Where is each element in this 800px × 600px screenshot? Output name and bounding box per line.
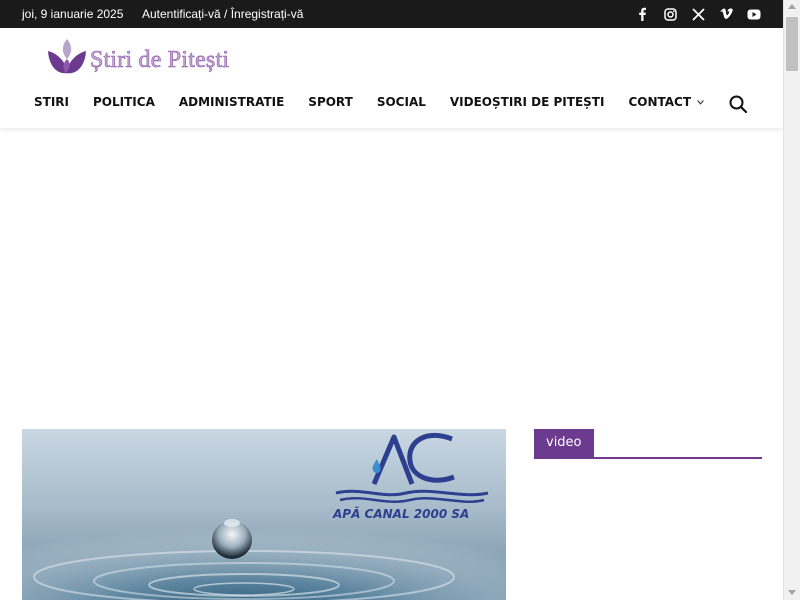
- nav-label: STIRI: [34, 95, 69, 109]
- scroll-down-icon[interactable]: [788, 590, 796, 595]
- nav-label: SPORT: [308, 95, 353, 109]
- nav-label: ADMINISTRATIE: [178, 95, 285, 109]
- top-bar: joi, 9 ianuarie 2025 Autentificați-vă / …: [0, 0, 800, 28]
- nav-item-administratie[interactable]: ADMINISTRATIE: [167, 95, 296, 109]
- nav-item-social[interactable]: SOCIAL: [365, 95, 438, 109]
- social-links: [628, 5, 768, 23]
- video-widget: video: [534, 429, 762, 459]
- nav-label: POLITICA: [93, 95, 155, 109]
- nav-item-videostiri[interactable]: VIDEOȘTIRI DE PITEȘTI: [438, 95, 617, 109]
- nav-label: SOCIAL: [376, 95, 426, 109]
- instagram-icon[interactable]: [656, 5, 684, 23]
- scroll-up-icon[interactable]: [788, 4, 796, 9]
- site-name: Știri de Pitești: [90, 46, 230, 73]
- nav-label: CONTACT: [628, 95, 692, 109]
- site-logo[interactable]: Știri de Pitești: [46, 37, 229, 83]
- widget-title: video: [534, 429, 594, 457]
- featured-article-image[interactable]: APĂ CANAL 2000 SA: [22, 429, 506, 600]
- nav-item-stiri[interactable]: STIRI: [22, 95, 81, 109]
- search-icon: [729, 95, 748, 114]
- youtube-icon[interactable]: [740, 5, 768, 23]
- current-date: joi, 9 ianuarie 2025: [22, 7, 124, 21]
- lotus-logo-icon: [48, 39, 86, 74]
- site-header: Știri de Pitești STIRI POLITICA ADMINIST…: [0, 28, 783, 128]
- search-button[interactable]: [728, 94, 748, 114]
- scrollbar-thumb[interactable]: [786, 17, 798, 71]
- water-drop-image: APĂ CANAL 2000 SA: [22, 429, 506, 600]
- page-scrollbar[interactable]: [783, 0, 800, 600]
- nav-item-sport[interactable]: SPORT: [296, 95, 365, 109]
- nav-item-politica[interactable]: POLITICA: [81, 95, 167, 109]
- chevron-down-icon: [697, 98, 704, 107]
- page: joi, 9 ianuarie 2025 Autentificați-vă / …: [0, 0, 800, 600]
- main-nav: STIRI POLITICA ADMINISTRATIE SPORT SOCIA…: [22, 95, 716, 109]
- nav-item-contact[interactable]: CONTACT: [616, 95, 716, 109]
- login-register-link[interactable]: Autentificați-vă / Înregistrați-vă: [142, 7, 303, 21]
- vimeo-icon[interactable]: [712, 5, 740, 23]
- x-icon[interactable]: [684, 5, 712, 23]
- facebook-icon[interactable]: [628, 5, 656, 23]
- nav-label: VIDEOȘTIRI DE PITEȘTI: [449, 95, 605, 109]
- apa-canal-text: APĂ CANAL 2000 SA: [332, 506, 469, 521]
